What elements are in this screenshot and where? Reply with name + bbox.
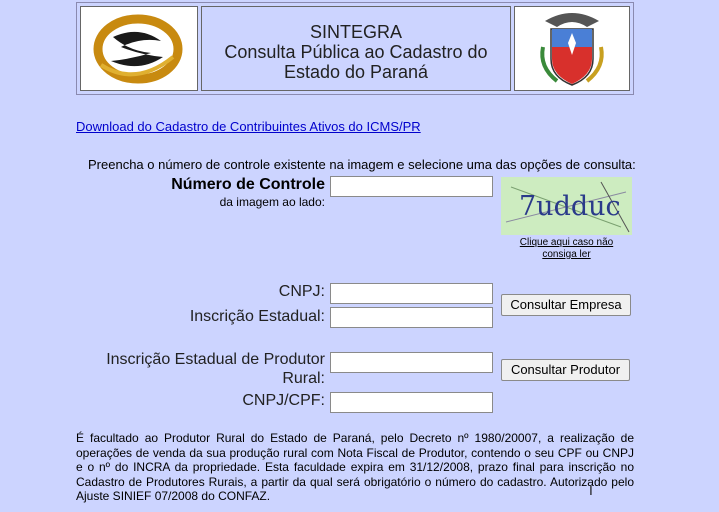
- download-contribuintes-link[interactable]: Download do Cadastro de Contribuintes At…: [76, 119, 421, 134]
- header-banner: SINTEGRA Consulta Pública ao Cadastro do…: [76, 2, 634, 95]
- header-title-box: SINTEGRA Consulta Pública ao Cadastro do…: [201, 6, 511, 91]
- inscricao-estadual-input[interactable]: [330, 307, 493, 328]
- sintegra-logo: [80, 6, 198, 91]
- consultar-produtor-button[interactable]: Consultar Produtor: [501, 359, 630, 381]
- sintegra-logo-icon: [93, 14, 183, 84]
- captcha-help-line2[interactable]: consiga ler: [501, 249, 632, 261]
- text-cursor-icon: Ⅰ: [589, 483, 593, 498]
- page-subtitle-line1: Consulta Pública ao Cadastro do: [224, 42, 488, 62]
- captcha-image: 7udduc: [501, 177, 632, 235]
- control-number-input[interactable]: [330, 176, 493, 197]
- page-title: SINTEGRA: [309, 22, 402, 42]
- instruction-text: Preencha o número de controle existente …: [88, 157, 636, 172]
- page-subtitle-line2: Estado do Paraná: [283, 62, 429, 82]
- cnpj-cpf-label: CNPJ/CPF:: [242, 392, 325, 409]
- inscricao-estadual-label: Inscrição Estadual:: [189, 308, 325, 325]
- inscricao-produtor-label-line1: Inscrição Estadual de Produtor: [106, 351, 325, 368]
- cnpj-label: CNPJ:: [278, 283, 325, 300]
- coat-of-arms-icon: [540, 13, 604, 86]
- cnpj-input[interactable]: [330, 283, 493, 304]
- consultar-empresa-button[interactable]: Consultar Empresa: [501, 294, 631, 316]
- parana-coat-of-arms: [514, 6, 630, 91]
- captcha-text: 7udduc: [519, 191, 621, 222]
- inscricao-produtor-input[interactable]: [330, 352, 493, 373]
- notice-paragraph: É facultado ao Produtor Rural do Estado …: [76, 431, 634, 503]
- control-number-label: Número de Controle: [171, 176, 325, 193]
- captcha-help-line1[interactable]: Clique aqui caso não: [501, 237, 632, 249]
- captcha-icon: 7udduc: [505, 181, 630, 233]
- captcha-help-link[interactable]: Clique aqui caso não consiga ler: [501, 237, 632, 261]
- inscricao-produtor-label-line2: Rural:: [282, 370, 325, 387]
- control-number-sublabel: da imagem ao lado:: [219, 195, 325, 209]
- cnpj-cpf-input[interactable]: [330, 392, 493, 413]
